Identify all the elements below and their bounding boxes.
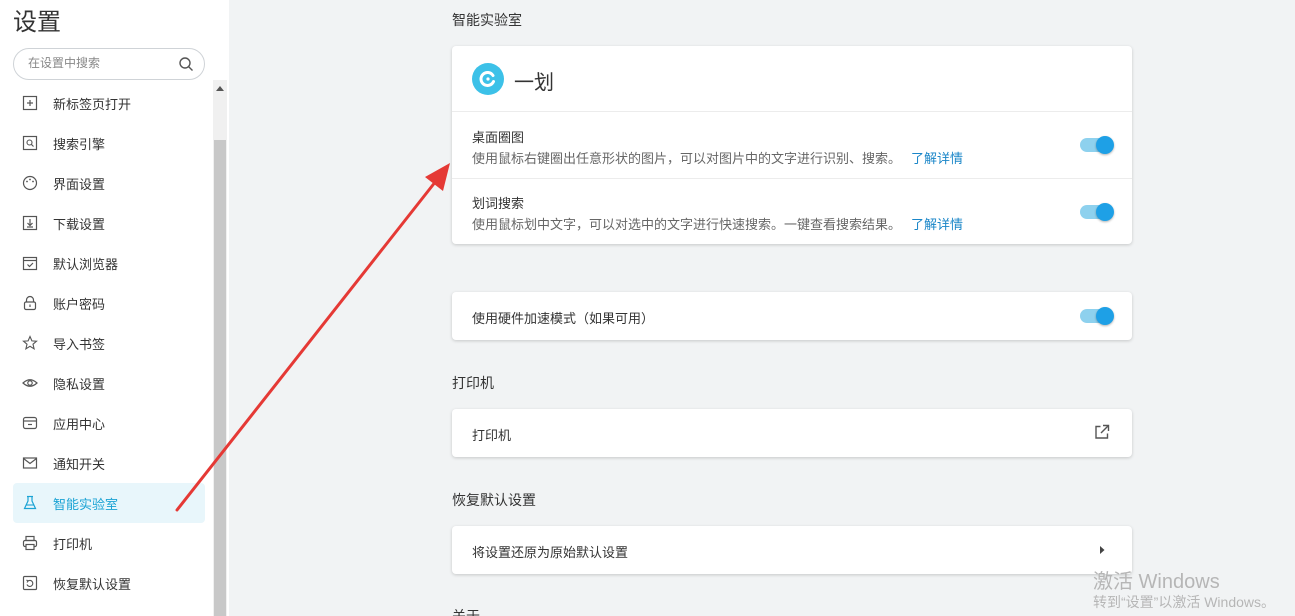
hardware-acceleration-label: 使用硬件加速模式（如果可用） (472, 311, 655, 326)
sidebar-item-label: 隐私设置 (53, 376, 106, 392)
lock-icon (21, 294, 39, 312)
word-search-desc-text: 使用鼠标划中文字，可以对选中的文字进行快速搜索。一键查看搜索结果。 (472, 217, 902, 232)
section-title-restore: 恢复默认设置 (452, 492, 536, 508)
star-icon (21, 334, 39, 352)
section-title-smart-lab: 智能实验室 (452, 12, 522, 28)
scrollbar-thumb[interactable] (214, 140, 226, 616)
sidebar-item-printer[interactable]: 打印机 (13, 523, 205, 563)
hardware-acceleration-toggle[interactable] (1080, 307, 1114, 325)
sidebar-item-label: 默认浏览器 (53, 256, 119, 272)
sidebar-item-label: 打印机 (53, 536, 93, 552)
sidebar-item-search-engine[interactable]: 搜索引擎 (13, 123, 205, 163)
sidebar-item-label: 搜索引擎 (53, 136, 106, 152)
sidebar-item-account-password[interactable]: 账户密码 (13, 283, 205, 323)
desktop-circle-toggle[interactable] (1080, 136, 1114, 154)
yihua-app-name: 一划 (514, 72, 554, 94)
sidebar-item-new-tab[interactable]: 新标签页打开 (13, 83, 205, 123)
toggle-knob (1096, 307, 1114, 325)
sidebar-item-app-center[interactable]: 应用中心 (13, 403, 205, 443)
external-link-icon[interactable] (1094, 424, 1110, 440)
annotation-arrow-head (425, 163, 450, 191)
sidebar-item-download[interactable]: 下载设置 (13, 203, 205, 243)
printer-card[interactable]: 打印机 (452, 409, 1132, 457)
smart-lab-card: 一划 桌面圈图 使用鼠标右键圈出任意形状的图片，可以对图片中的文字进行识别、搜索… (452, 46, 1132, 244)
sidebar-nav: 新标签页打开 搜索引擎 界面设置 下载设置 默认浏览器 账户密码 导入书签 隐私… (13, 83, 205, 603)
sidebar-item-notifications[interactable]: 通知开关 (13, 443, 205, 483)
sidebar-item-label: 下载设置 (53, 216, 106, 232)
desktop-circle-desc-text: 使用鼠标右键圈出任意形状的图片，可以对图片中的文字进行识别、搜索。 (472, 151, 902, 166)
sidebar-item-label: 智能实验室 (53, 496, 119, 512)
sidebar: 设置 新标签页打开 搜索引擎 界面设置 下载设置 默认浏览器 账户密码 (0, 0, 229, 616)
palette-icon (21, 174, 39, 192)
sidebar-item-label: 界面设置 (53, 176, 106, 192)
toggle-knob (1096, 136, 1114, 154)
download-icon (21, 214, 39, 232)
flask-icon (21, 494, 39, 512)
sidebar-item-label: 恢复默认设置 (53, 576, 132, 592)
sidebar-item-appearance[interactable]: 界面设置 (13, 163, 205, 203)
word-search-row: 划词搜索 使用鼠标划中文字，可以对选中的文字进行快速搜索。一键查看搜索结果。 了解… (452, 178, 1132, 244)
sidebar-scrollbar[interactable] (213, 80, 227, 616)
word-search-learn-more-link[interactable]: 了解详情 (911, 217, 963, 232)
hardware-acceleration-card: 使用硬件加速模式（如果可用） (452, 292, 1132, 340)
printer-label: 打印机 (472, 428, 512, 443)
desktop-circle-learn-more-link[interactable]: 了解详情 (911, 151, 963, 166)
toggle-knob (1096, 203, 1114, 221)
page-title: 设置 (13, 9, 61, 36)
search-icon[interactable] (178, 56, 194, 72)
sidebar-item-default-browser[interactable]: 默认浏览器 (13, 243, 205, 283)
restore-icon (21, 574, 39, 592)
sidebar-item-label: 新标签页打开 (53, 96, 132, 112)
desktop-circle-desc: 使用鼠标右键圈出任意形状的图片，可以对图片中的文字进行识别、搜索。 了解详情 (472, 148, 963, 167)
word-search-title: 划词搜索 (472, 196, 525, 211)
mail-icon (21, 454, 39, 472)
search-box[interactable] (13, 48, 205, 80)
sidebar-item-label: 应用中心 (53, 416, 106, 432)
word-search-toggle[interactable] (1080, 203, 1114, 221)
restore-label: 将设置还原为原始默认设置 (472, 545, 629, 560)
sidebar-item-restore-defaults[interactable]: 恢复默认设置 (13, 563, 205, 603)
word-search-desc: 使用鼠标划中文字，可以对选中的文字进行快速搜索。一键查看搜索结果。 了解详情 (472, 214, 963, 233)
sidebar-item-label: 导入书签 (53, 336, 106, 352)
eye-icon (21, 374, 39, 392)
sidebar-item-privacy[interactable]: 隐私设置 (13, 363, 205, 403)
sidebar-item-label: 账户密码 (53, 296, 106, 312)
desktop-circle-row: 桌面圈图 使用鼠标右键圈出任意形状的图片，可以对图片中的文字进行识别、搜索。 了解… (452, 111, 1132, 178)
restore-card[interactable]: 将设置还原为原始默认设置 (452, 526, 1132, 574)
scroll-up-arrow-icon[interactable] (216, 86, 224, 91)
section-title-about: 关于 (452, 608, 480, 616)
windows-activation-watermark-subtitle: 转到“设置”以激活 Windows。 (1093, 594, 1276, 610)
search-input[interactable] (28, 56, 168, 70)
yihua-logo-icon (472, 63, 504, 95)
section-title-printer: 打印机 (452, 375, 494, 391)
printer-icon (21, 534, 39, 552)
search-engine-icon (21, 134, 39, 152)
sidebar-item-import-bookmarks[interactable]: 导入书签 (13, 323, 205, 363)
sidebar-item-smart-lab[interactable]: 智能实验室 (13, 483, 205, 523)
new-tab-icon (21, 94, 39, 112)
chevron-right-icon[interactable] (1098, 545, 1106, 555)
sidebar-item-label: 通知开关 (53, 456, 106, 472)
windows-activation-watermark-title: 激活 Windows (1093, 571, 1220, 593)
app-icon (21, 414, 39, 432)
desktop-circle-title: 桌面圈图 (472, 130, 525, 145)
browser-icon (21, 254, 39, 272)
yihua-header: 一划 (452, 46, 1132, 111)
